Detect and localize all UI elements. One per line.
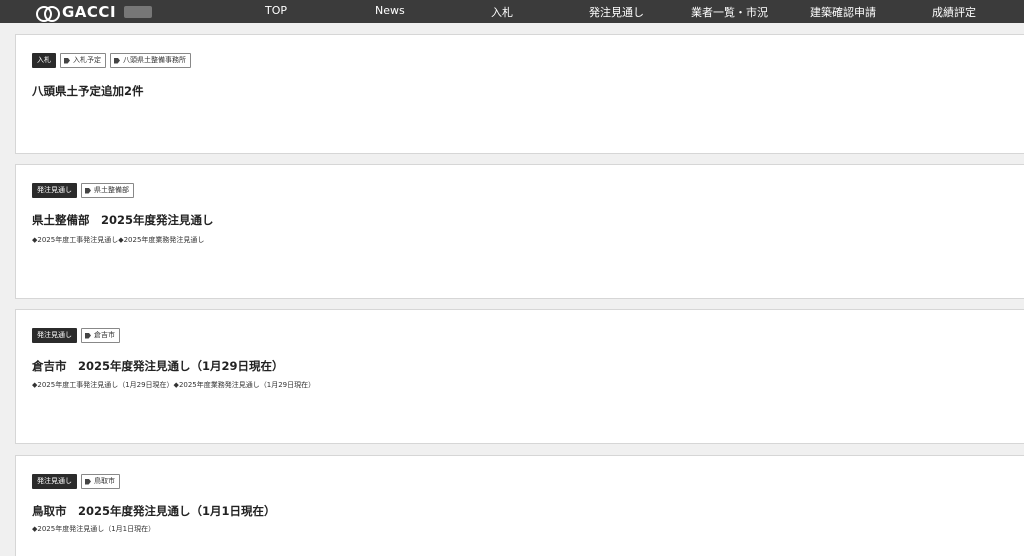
post-excerpt: ◆2025年度発注見通し（1月1日現在） (32, 525, 156, 533)
tag-chip[interactable]: 鳥取市 (81, 474, 120, 489)
tag-chip[interactable]: 県土整備部 (81, 183, 134, 198)
post-card[interactable]: 発注見通し 鳥取市 鳥取市 2025年度発注見通し（1月1日現在） ◆2025年… (15, 455, 1024, 556)
category-badge[interactable]: 発注見通し (32, 183, 77, 198)
nav-item-order-outlook[interactable]: 発注見通し (589, 4, 644, 20)
category-badge[interactable]: 発注見通し (32, 474, 77, 489)
post-tags: 発注見通し 県土整備部 (32, 183, 134, 198)
post-tags: 発注見通し 鳥取市 (32, 474, 120, 489)
tag-icon (85, 187, 91, 194)
post-excerpt: ◆2025年度工事発注見通し（1月29日現在）◆2025年度業務発注見通し（1月… (32, 381, 316, 389)
post-card[interactable]: 入札 入札予定 八頭県土整備事務所 八頭県土予定追加2件 (15, 34, 1024, 154)
tag-chip[interactable]: 倉吉市 (81, 328, 120, 343)
tag-icon (85, 478, 91, 485)
category-badge[interactable]: 発注見通し (32, 328, 77, 343)
tag-label: 倉吉市 (94, 331, 115, 339)
category-badge[interactable]: 入札 (32, 53, 56, 68)
nav-item-news[interactable]: News (375, 4, 405, 17)
post-title[interactable]: 県土整備部 2025年度発注見通し (32, 212, 214, 228)
nav-item-bidding[interactable]: 入札 (491, 4, 513, 20)
tag-label: 八頭県土整備事務所 (123, 56, 186, 64)
top-navigation-bar: GACCI TOP News 入札 発注見通し 業者一覧・市況 建築確認申請 成… (0, 0, 1024, 23)
post-title[interactable]: 倉吉市 2025年度発注見通し（1月29日現在） (32, 358, 284, 374)
nav-item-contractors[interactable]: 業者一覧・市況 (691, 4, 768, 20)
post-tags: 発注見通し 倉吉市 (32, 328, 120, 343)
tag-label: 鳥取市 (94, 477, 115, 485)
post-title[interactable]: 八頭県土予定追加2件 (32, 83, 144, 99)
nav-item-building-confirmation[interactable]: 建築確認申請 (810, 4, 876, 20)
tag-chip[interactable]: 入札予定 (60, 53, 106, 68)
tag-icon (85, 332, 91, 339)
tag-label: 入札予定 (73, 56, 101, 64)
nav-item-top[interactable]: TOP (265, 4, 287, 17)
post-tags: 入札 入札予定 八頭県土整備事務所 (32, 53, 191, 68)
main-nav: TOP News 入札 発注見通し 業者一覧・市況 建築確認申請 成績評定 (0, 0, 1024, 23)
post-title[interactable]: 鳥取市 2025年度発注見通し（1月1日現在） (32, 503, 276, 519)
post-excerpt: ◆2025年度工事発注見通し◆2025年度業務発注見通し (32, 236, 205, 244)
tag-chip[interactable]: 八頭県土整備事務所 (110, 53, 191, 68)
tag-icon (64, 57, 70, 64)
nav-item-performance-rating[interactable]: 成績評定 (932, 4, 976, 20)
post-card[interactable]: 発注見通し 倉吉市 倉吉市 2025年度発注見通し（1月29日現在） ◆2025… (15, 309, 1024, 444)
tag-icon (114, 57, 120, 64)
tag-label: 県土整備部 (94, 186, 129, 194)
post-card[interactable]: 発注見通し 県土整備部 県土整備部 2025年度発注見通し ◆2025年度工事発… (15, 164, 1024, 299)
